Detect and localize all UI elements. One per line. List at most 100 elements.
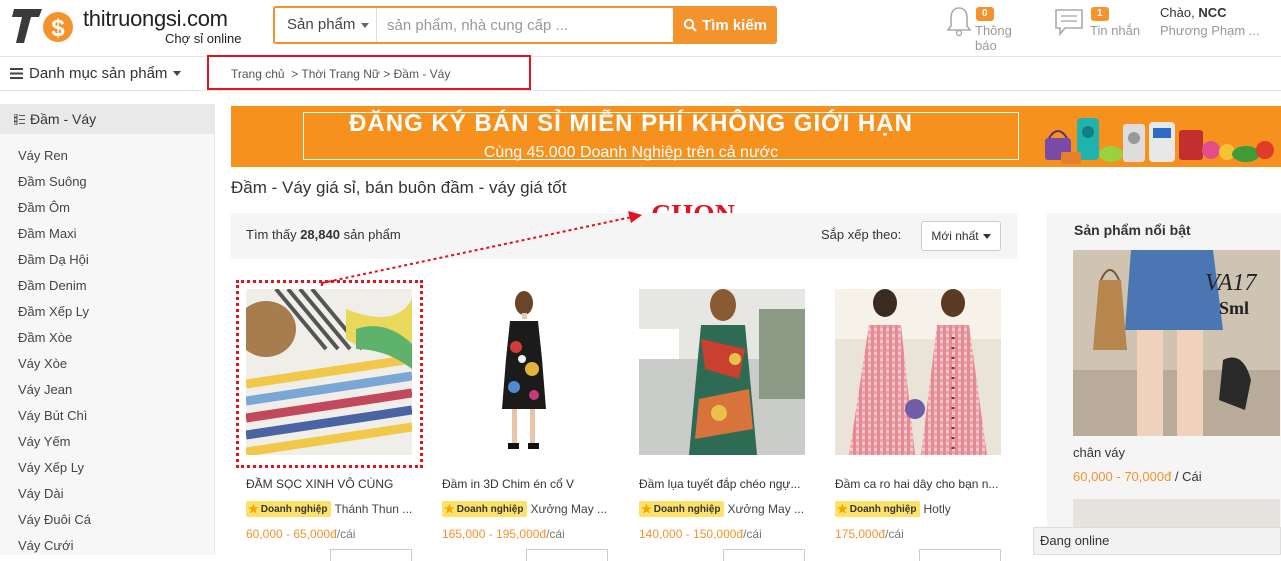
featured-product-name[interactable]: chân váy — [1073, 445, 1125, 460]
star-icon: ★ — [641, 502, 652, 516]
chevron-down-icon — [982, 233, 991, 239]
featured-image-size: Sml — [1219, 298, 1249, 318]
seller-name: Hotly — [923, 502, 951, 516]
product-action-button[interactable] — [330, 549, 412, 561]
product-image[interactable] — [442, 289, 608, 455]
category-menu-label: Danh mục sản phẩm — [29, 65, 168, 82]
messages-label: Tin nhắn — [1090, 23, 1141, 38]
svg-text:$: $ — [51, 15, 65, 42]
product-name[interactable]: Đầm in 3D Chim én cổ V — [442, 477, 614, 491]
sidebar-item[interactable]: Váy Ren — [18, 148, 68, 163]
message-count-badge: 1 — [1091, 7, 1109, 21]
product-seller[interactable]: ★ Doanh nghiệp Thánh Thun ... — [246, 501, 418, 517]
greeting-text: Chào, — [1160, 5, 1195, 20]
product-price: 175,000đ/cái — [835, 527, 904, 541]
search-bar: Sản phẩm Tìm kiếm — [273, 6, 777, 44]
sidebar-item[interactable]: Đầm Xòe — [18, 330, 72, 345]
star-icon: ★ — [444, 502, 455, 516]
promo-banner[interactable]: ĐĂNG KÝ BÁN SỈ MIỄN PHÍ KHÔNG GIỚI HẠN C… — [231, 106, 1281, 167]
product-image[interactable] — [835, 289, 1001, 455]
products-collage-image — [1045, 118, 1274, 164]
sidebar-item[interactable]: Váy Jean — [18, 382, 72, 397]
messages-button[interactable]: 1 Tin nhắn — [1054, 5, 1144, 45]
featured-title: Sản phẩm nổi bật — [1074, 222, 1191, 238]
product-name[interactable]: Đầm lụa tuyết đắp chéo ngự... — [639, 477, 811, 491]
sidebar-item[interactable]: Váy Cưới — [18, 538, 74, 553]
product-price: 60,000 - 65,000đ/cái — [246, 527, 355, 541]
sidebar-title-label: Đầm - Váy — [30, 111, 97, 127]
category-menu-button[interactable]: Danh mục sản phẩm — [10, 65, 182, 82]
product-image[interactable] — [639, 289, 805, 455]
product-action-button[interactable] — [526, 549, 608, 561]
price-unit: /cái — [336, 527, 356, 541]
sidebar-item[interactable]: Đầm Ôm — [18, 200, 70, 215]
price-unit: /cái — [885, 527, 904, 541]
search-category-label: Sản phẩm — [287, 16, 356, 33]
logo-tagline: Chợ sỉ online — [165, 31, 242, 46]
sidebar-item[interactable]: Đầm Xếp Ly — [18, 304, 89, 319]
notifications-label: Thông báo — [975, 23, 1012, 53]
online-chat-bar[interactable]: Đang online — [1033, 527, 1281, 555]
product-name[interactable]: ĐẦM SỌC XINH VÔ CÙNG — [246, 477, 418, 491]
user-account-menu[interactable]: Chào, NCC Phương Phạm ... — [1160, 4, 1280, 44]
star-icon: ★ — [248, 502, 259, 516]
featured-image-text: VA17 — [1205, 270, 1258, 296]
sort-dropdown[interactable]: Mới nhất — [921, 221, 1001, 251]
result-prefix: Tìm thấy — [246, 227, 297, 242]
seller-name: Thánh Thun ... — [334, 502, 413, 516]
product-card[interactable]: Đầm in 3D Chim én cổ V ★ Doanh nghiệp Xưởn… — [442, 289, 612, 561]
business-badge: ★ Doanh nghiệp — [835, 501, 921, 517]
logo-text[interactable]: thitruongsi.com — [83, 6, 228, 32]
search-input[interactable] — [377, 8, 671, 42]
breadcrumb[interactable]: Trang chủ > Thời Trang Nữ > Đầm - Váy — [231, 67, 450, 81]
nav-divider — [0, 56, 1281, 57]
sidebar-item[interactable]: Váy Yếm — [18, 434, 71, 449]
sidebar-item[interactable]: Váy Xếp Ly — [18, 460, 84, 475]
user-name: NCC — [1198, 5, 1227, 20]
notification-count-badge: 0 — [976, 7, 994, 21]
product-action-button[interactable] — [723, 549, 805, 561]
business-badge: ★ Doanh nghiệp — [442, 501, 528, 517]
featured-product-image[interactable]: VA17 Sml — [1073, 250, 1280, 436]
featured-products-panel: Sản phẩm nổi bật VA17 Sml chân váy 60,00… — [1047, 213, 1281, 555]
list-icon — [13, 113, 25, 126]
nav-divider — [0, 90, 1281, 91]
sort-value: Mới nhất — [931, 229, 979, 243]
price-value: 165,000 - 195,000đ — [442, 527, 547, 541]
sidebar-item[interactable]: Váy Bút Chì — [18, 408, 87, 423]
sidebar-item[interactable]: Đầm Maxi — [18, 226, 77, 241]
product-card[interactable]: Đầm lụa tuyết đắp chéo ngự... ★ Doanh ngh… — [639, 289, 809, 561]
sidebar-item[interactable]: Váy Xòe — [18, 356, 67, 371]
business-badge: ★ Doanh nghiệp — [639, 501, 725, 517]
product-seller[interactable]: ★ Doanh nghiệp Xưởng May ... — [442, 501, 614, 517]
featured-price-unit: / Cái — [1171, 469, 1202, 484]
sidebar-item[interactable]: Đầm Suông — [18, 174, 87, 189]
sidebar-item[interactable]: Đầm Denim — [18, 278, 87, 293]
price-unit: /cái — [743, 527, 762, 541]
product-seller[interactable]: ★ Doanh nghiệp Xưởng May ... — [639, 501, 811, 517]
sidebar-item[interactable]: Váy Đuôi Cá — [18, 512, 91, 527]
business-badge: ★ Doanh nghiệp — [246, 501, 332, 517]
seller-name: Xưởng May ... — [530, 502, 608, 516]
price-value: 140,000 - 150,000đ — [639, 527, 744, 541]
price-value: 60,000 - 65,000đ — [246, 527, 337, 541]
chevron-down-icon — [173, 71, 182, 76]
product-name[interactable]: Đầm ca ro hai dây cho bạn n... — [835, 477, 1007, 491]
badge-label: Doanh nghiệp — [456, 503, 524, 515]
search-category-select[interactable]: Sản phẩm — [275, 8, 377, 42]
product-card[interactable]: Đầm ca ro hai dây cho bạn n... ★ Doanh ng… — [835, 289, 1005, 561]
sidebar-item[interactable]: Đầm Dạ Hội — [18, 252, 89, 267]
featured-product-price: 60,000 - 70,000đ / Cái — [1073, 469, 1202, 484]
search-button[interactable]: Tìm kiếm — [673, 6, 777, 44]
user-fullname: Phương Phạm ... — [1160, 23, 1260, 38]
product-seller[interactable]: ★ Doanh nghiệp Hotly — [835, 501, 1007, 517]
price-value: 175,000đ — [835, 527, 886, 541]
message-icon — [1055, 9, 1083, 37]
product-action-button[interactable] — [919, 549, 1001, 561]
sidebar-item[interactable]: Váy Dài — [18, 486, 64, 501]
logo-icon[interactable]: $ — [12, 5, 74, 45]
hamburger-icon — [10, 68, 23, 79]
badge-label: Doanh nghiệp — [260, 503, 328, 515]
notifications-button[interactable]: 0 Thông báo — [944, 5, 1036, 53]
user-greeting: Chào, NCC — [1160, 5, 1227, 20]
